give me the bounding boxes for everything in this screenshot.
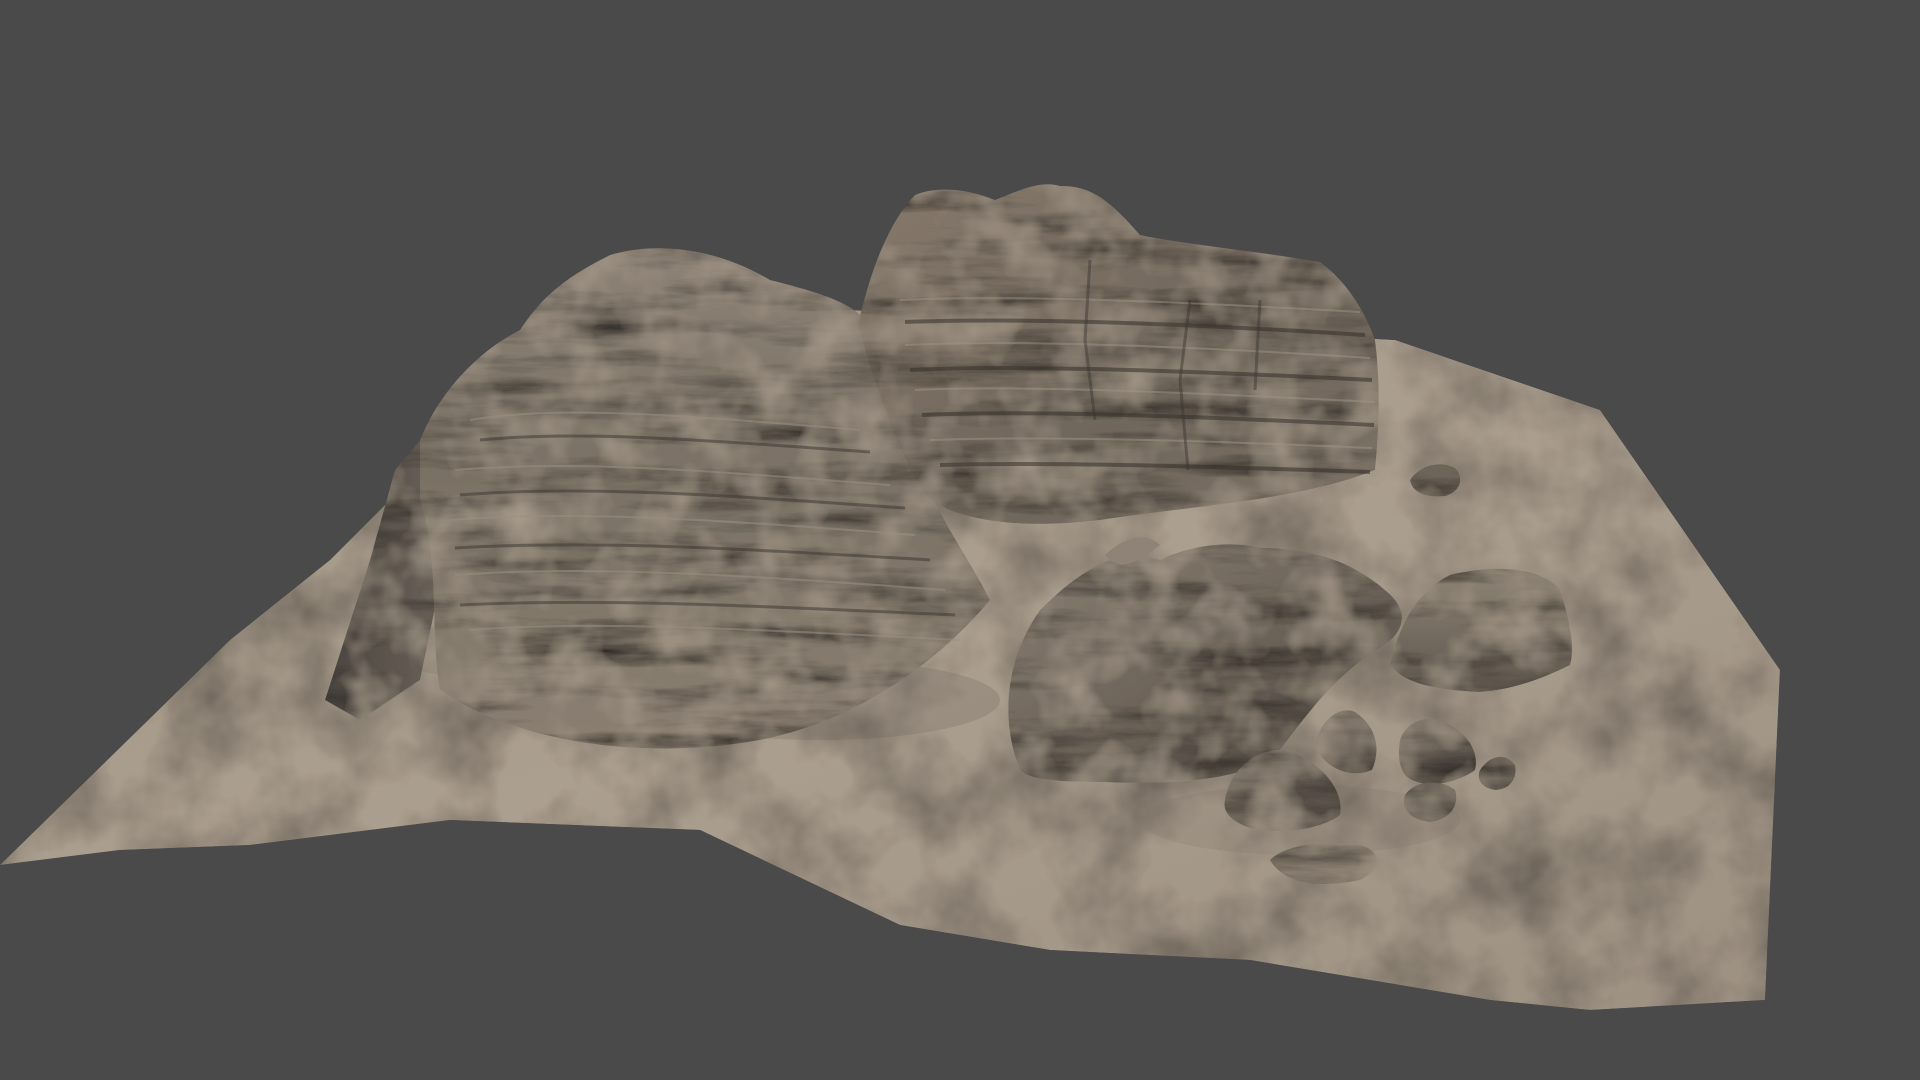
- terrain-scene: [0, 184, 1780, 1010]
- right-mesa-rock: [858, 184, 1379, 524]
- render-viewport[interactable]: [0, 0, 1920, 1080]
